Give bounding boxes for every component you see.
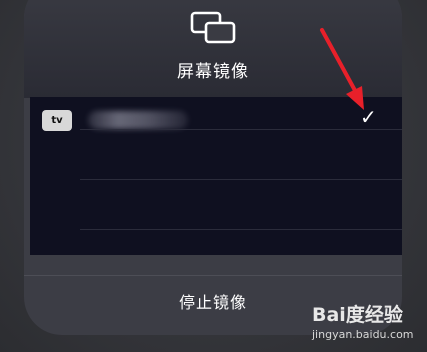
list-divider	[80, 129, 402, 130]
list-divider	[80, 179, 402, 180]
list-divider	[80, 229, 402, 230]
baidu-jingyan-watermark: Bai度经验 jingyan.baidu.com	[312, 300, 422, 350]
apple-tv-icon: tv	[42, 110, 72, 131]
watermark-logo: Bai度经验	[312, 304, 403, 326]
device-name-blurred	[88, 111, 188, 129]
red-arrow-annotation-icon	[320, 28, 364, 110]
screen-mirroring-icon	[190, 11, 236, 44]
watermark-url: jingyan.baidu.com	[312, 328, 414, 341]
device-list: tv ✓	[30, 97, 402, 255]
